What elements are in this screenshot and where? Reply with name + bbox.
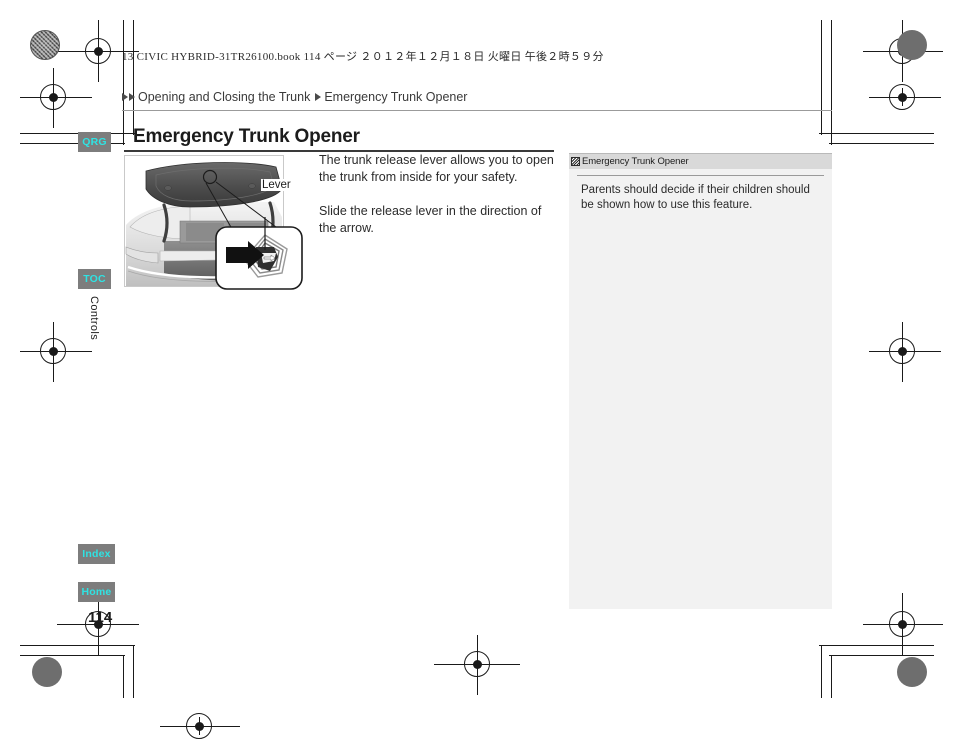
density-patch	[897, 657, 927, 687]
body-text: The trunk release lever allows you to op…	[319, 152, 557, 237]
trunk-illustration	[125, 162, 303, 290]
registration-target	[863, 593, 943, 655]
body-paragraph: The trunk release lever allows you to op…	[319, 153, 554, 184]
header-divider	[122, 110, 832, 111]
chapter-label: Controls	[88, 296, 100, 341]
registration-target	[869, 322, 941, 382]
crop-mark	[20, 655, 125, 656]
registration-target	[160, 713, 240, 739]
triangle-right-icon	[315, 93, 322, 101]
triangle-right-icon	[129, 93, 135, 101]
registration-target	[20, 68, 92, 128]
density-patch	[32, 657, 62, 687]
sidebar-item-toc[interactable]: TOC	[78, 269, 111, 289]
registration-target	[57, 20, 139, 82]
sidebar-item-qrg[interactable]: QRG	[78, 132, 111, 152]
registration-target	[869, 84, 941, 110]
sidebar-item-home[interactable]: Home	[78, 582, 115, 602]
sidebar-item-index[interactable]: Index	[78, 544, 115, 564]
crop-mark	[133, 20, 134, 135]
crop-mark	[829, 655, 934, 656]
sidebar-item-label: TOC	[83, 273, 106, 285]
breadcrumb-parent[interactable]: Opening and Closing the Trunk	[138, 90, 310, 104]
breadcrumb-current: Emergency Trunk Opener	[324, 90, 468, 104]
page-title: Emergency Trunk Opener	[133, 126, 360, 147]
crop-mark	[821, 645, 822, 698]
crop-mark	[829, 143, 934, 144]
note-panel: Emergency Trunk Opener Parents should de…	[569, 153, 832, 609]
book-header-line: 13 CIVIC HYBRID-31TR26100.book 114 ページ ２…	[122, 51, 604, 63]
sidebar-item-label: QRG	[82, 136, 107, 148]
note-panel-title: Emergency Trunk Opener	[582, 156, 689, 167]
note-panel-text: Parents should decide if their children …	[581, 184, 810, 211]
crop-mark	[133, 645, 134, 698]
crop-mark	[831, 20, 832, 145]
registration-target	[20, 322, 92, 382]
crop-mark	[821, 20, 822, 135]
halftone-patch	[30, 30, 60, 60]
crop-mark	[831, 655, 832, 698]
crop-mark	[123, 20, 124, 145]
crop-mark	[819, 133, 934, 134]
density-patch	[897, 30, 927, 60]
triangle-right-icon	[122, 93, 128, 101]
crop-mark	[20, 645, 135, 646]
registration-target	[434, 635, 520, 695]
note-marker-icon	[571, 157, 580, 166]
crop-mark	[123, 655, 124, 698]
sidebar-item-label: Home	[81, 586, 112, 598]
crop-mark	[819, 645, 934, 646]
figure-emergency-trunk-opener: Lever	[124, 155, 305, 290]
figure-callout-label: Lever	[261, 179, 292, 191]
breadcrumb: Opening and Closing the Trunk Emergency …	[122, 90, 467, 104]
note-panel-header: Emergency Trunk Opener	[569, 154, 832, 169]
sidebar-item-label: Index	[82, 548, 111, 560]
page-number: 114	[88, 609, 113, 626]
body-paragraph: Slide the release lever in the direction…	[319, 204, 542, 235]
